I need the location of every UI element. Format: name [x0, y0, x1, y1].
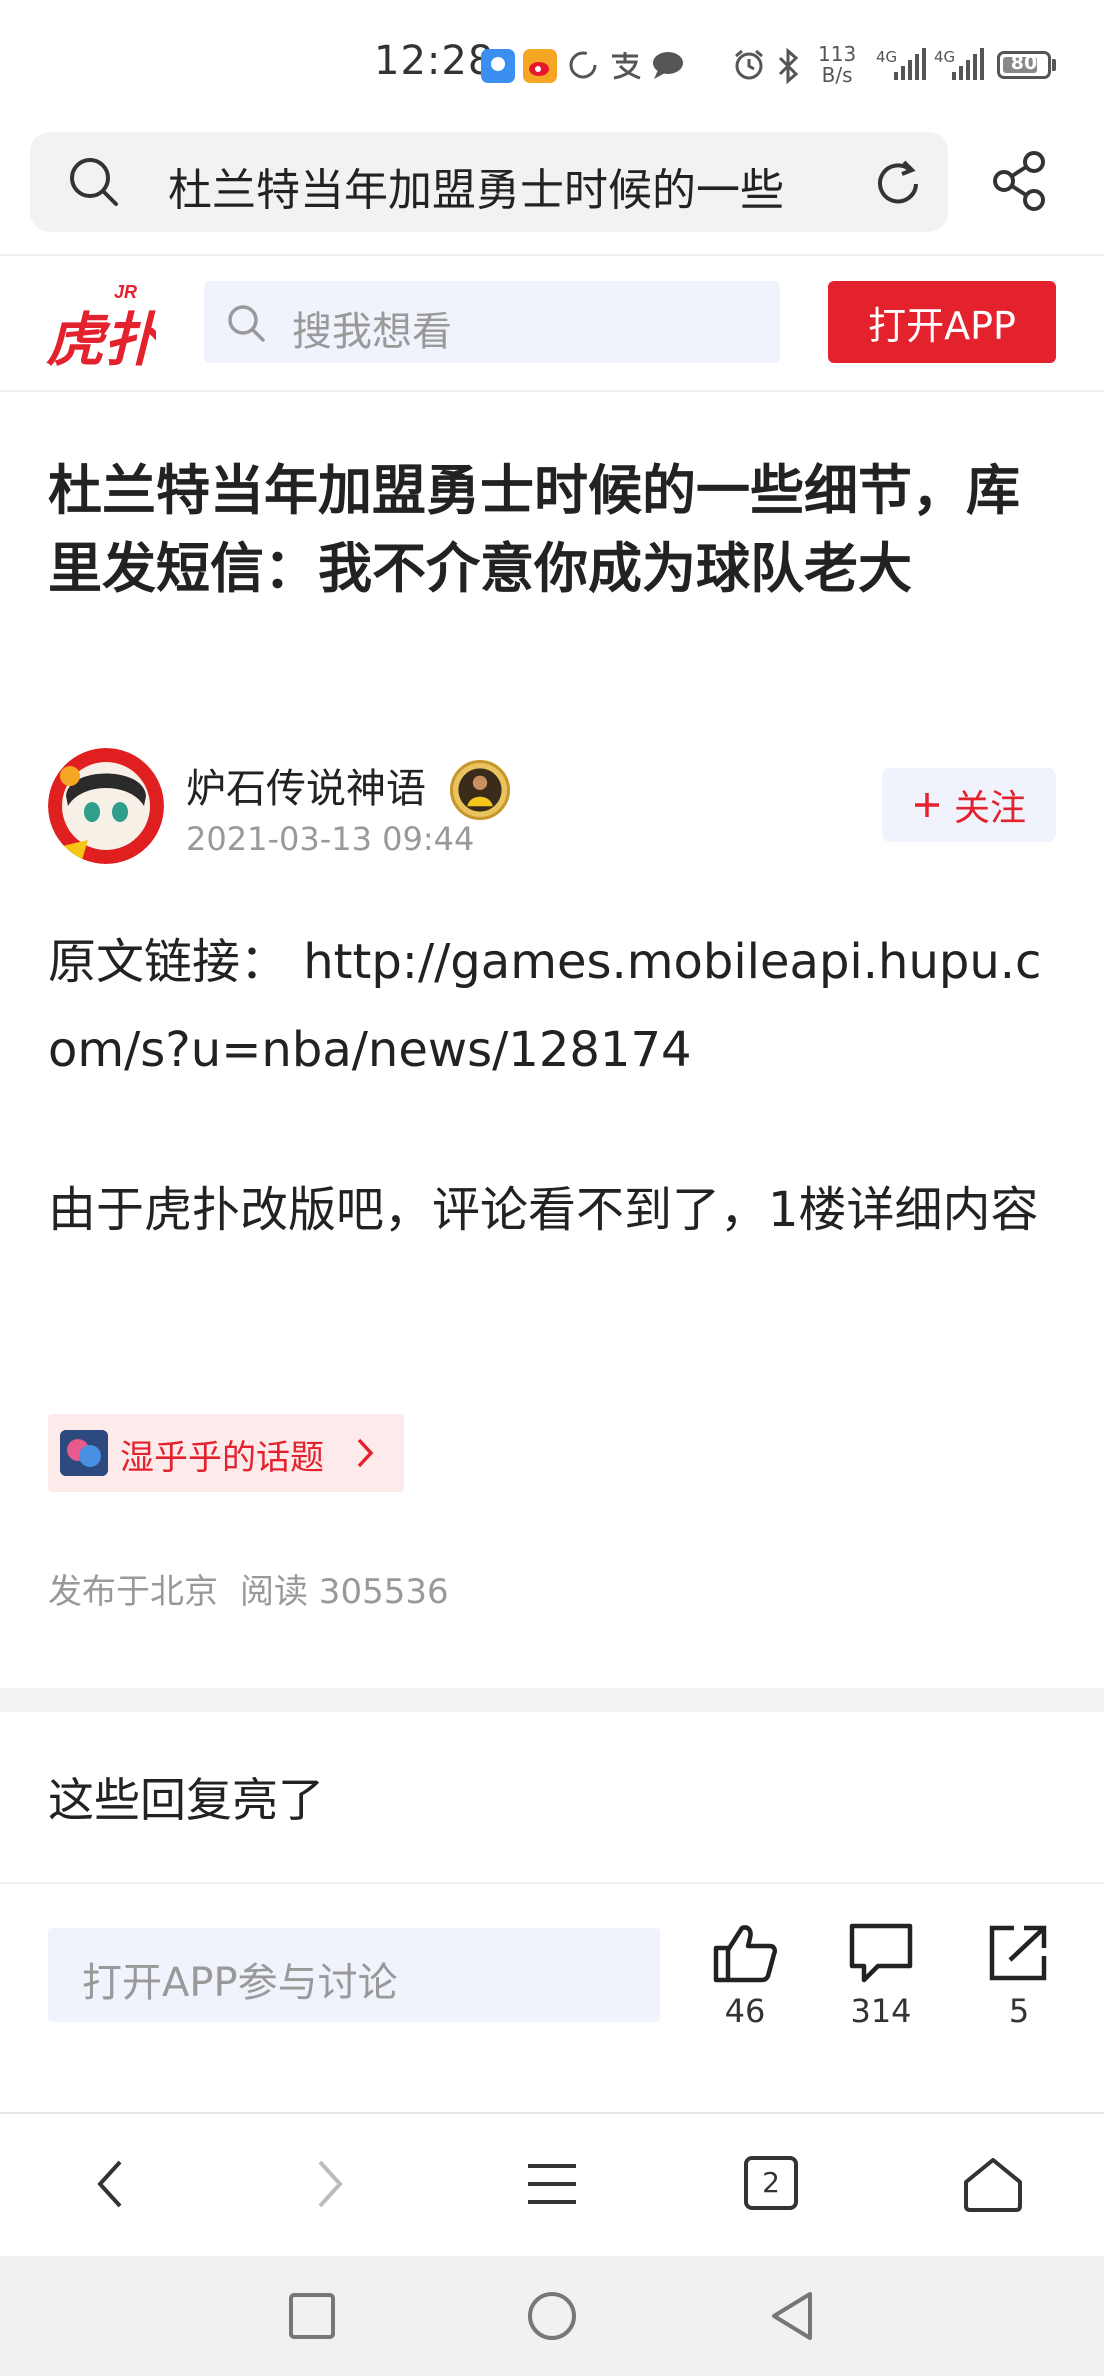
discuss-input[interactable]: 打开APP参与讨论: [48, 1928, 660, 2022]
status-bar: 12:28 113 B/s 4G 4G 80: [0, 0, 1104, 130]
site-search-box[interactable]: 搜我想看: [204, 281, 780, 363]
back-icon[interactable]: [92, 2156, 128, 2212]
topic-label: 湿乎乎的话题: [120, 1438, 324, 1478]
author-avatar[interactable]: [48, 748, 164, 864]
address-bar[interactable]: 杜兰特当年加盟勇士时候的一些: [30, 132, 948, 232]
topic-tag[interactable]: 湿乎乎的话题: [48, 1414, 404, 1492]
forward-icon[interactable]: [312, 2156, 348, 2212]
share-icon[interactable]: [992, 150, 1048, 212]
loading-icon: [569, 51, 597, 79]
search-icon: [70, 158, 118, 206]
topic-icon: [60, 1430, 108, 1476]
svg-text:虎扑: 虎扑: [46, 306, 156, 370]
site-search-placeholder: 搜我想看: [292, 309, 452, 355]
follow-button[interactable]: 关注: [882, 768, 1056, 842]
article-meta: 发布于北京 阅读 305536: [48, 1564, 449, 1613]
divider: [0, 390, 1104, 392]
tabs-button[interactable]: 2: [744, 2156, 798, 2210]
home-icon[interactable]: [962, 2156, 1024, 2214]
alarm-icon: [735, 49, 763, 80]
recents-icon[interactable]: [288, 2292, 336, 2340]
alipay-icon: [612, 52, 641, 80]
hot-replies-title: 这些回复亮了: [48, 1773, 324, 1827]
status-time: 12:28: [374, 38, 495, 84]
article-title: 杜兰特当年加盟勇士时候的一些细节，库里发短信：我不介意你成为球队老大: [48, 459, 1020, 600]
home-circle-icon[interactable]: [526, 2290, 578, 2342]
svg-text:JR: JR: [114, 282, 137, 302]
comment-icon: [849, 1923, 913, 1983]
browser-nav-bar: 2: [0, 2114, 1104, 2256]
divider: [0, 1882, 1104, 1884]
battery-tip: [1052, 59, 1056, 71]
battery-icon: 80: [997, 51, 1051, 79]
read-count: 阅读 305536: [240, 1572, 449, 1612]
like-count: 46: [724, 1992, 766, 2030]
tab-count: 2: [762, 2166, 780, 2199]
post-time: 2021-03-13 09:44: [186, 820, 475, 858]
like-button[interactable]: 46: [690, 1922, 800, 2030]
bluetooth-icon: [778, 48, 799, 84]
share-out-icon: [989, 1925, 1047, 1981]
plus-icon: [914, 793, 939, 817]
follow-label: 关注: [953, 788, 1026, 829]
weather-icon: [481, 49, 515, 83]
divider: [0, 254, 1104, 256]
action-bar: 打开APP参与讨论 46 314 5: [0, 1902, 1104, 2112]
article-paragraph: 原文链接： http://games.mobileapi.hupu.com/s?…: [48, 934, 1042, 1078]
share-count: 5: [1008, 1992, 1030, 2030]
search-icon: [228, 305, 265, 342]
network-speed: 113 B/s: [818, 42, 857, 87]
back-triangle-icon[interactable]: [768, 2290, 816, 2342]
signal-icon: [952, 48, 984, 80]
reload-icon[interactable]: [872, 158, 924, 210]
battery-percent: 80: [1010, 52, 1038, 74]
author-badge-icon: [450, 760, 510, 820]
menu-icon[interactable]: [524, 2156, 580, 2212]
thumbs-up-icon: [713, 1925, 778, 1983]
post-location: 发布于北京: [48, 1572, 218, 1612]
discuss-placeholder: 打开APP参与讨论: [82, 1960, 398, 2006]
comment-count: 314: [850, 1992, 912, 2030]
open-app-button[interactable]: 打开APP: [828, 281, 1056, 363]
hupu-logo[interactable]: JR 虎扑: [46, 274, 156, 370]
address-text[interactable]: 杜兰特当年加盟勇士时候的一些: [168, 154, 868, 218]
author-name[interactable]: 炉石传说神语: [186, 756, 426, 814]
article-paragraph: 由于虎扑改版吧，评论看不到了，1楼详细内容: [48, 1182, 1039, 1238]
system-nav-bar: [0, 2256, 1104, 2376]
share-button[interactable]: 5: [964, 1922, 1074, 2030]
section-separator: [0, 1688, 1104, 1712]
signal-icon: [894, 48, 926, 80]
chevron-right-icon: [357, 1438, 374, 1468]
comment-button[interactable]: 314: [826, 1922, 936, 2030]
chat-icon: [653, 52, 683, 79]
weibo-icon: [523, 49, 557, 83]
